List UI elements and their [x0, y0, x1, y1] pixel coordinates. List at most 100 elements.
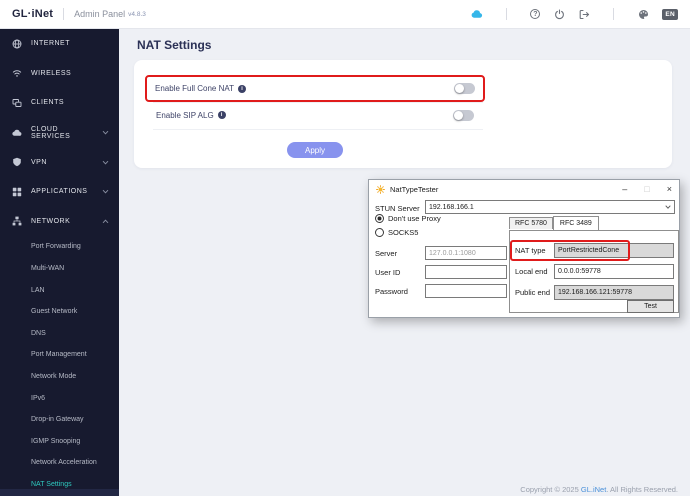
- nat-type-field: PortRestrictedCone: [554, 243, 674, 258]
- stun-server-combobox[interactable]: 192.168.166.1: [425, 200, 675, 214]
- subitem-label: Port Management: [31, 351, 87, 359]
- subitem-label: Port Forwarding: [31, 243, 81, 251]
- rfc-tabbar: RFC 5780 RFC 3489: [509, 216, 599, 230]
- user-id-input[interactable]: [425, 265, 507, 279]
- sidebar-subitem-port-management[interactable]: Port Management: [0, 344, 119, 366]
- sidebar-item-applications[interactable]: APPLICATIONS: [0, 177, 119, 207]
- radio-socks5[interactable]: SOCKS5: [375, 228, 418, 237]
- subitem-label: Multi-WAN: [31, 265, 65, 273]
- sidebar-item-wireless[interactable]: WIRELESS: [0, 59, 119, 89]
- language-badge[interactable]: EN: [662, 8, 678, 20]
- tab-rfc-3489[interactable]: RFC 3489: [552, 216, 599, 230]
- setting-label-text: Enable Full Cone NAT: [155, 84, 234, 93]
- server-label: Server: [375, 249, 398, 258]
- grid-icon: [12, 187, 22, 197]
- radio-dot: [375, 214, 384, 223]
- public-end-label: Public end: [515, 288, 551, 297]
- header-divider: [506, 8, 508, 20]
- header-divider: [613, 8, 615, 20]
- help-icon[interactable]: [530, 9, 541, 19]
- copyright-prefix: Copyright © 2025: [520, 485, 581, 494]
- sidebar-subitem-dns[interactable]: DNS: [0, 323, 119, 345]
- sidebar-item-internet[interactable]: INTERNET: [0, 29, 119, 59]
- sidebar-subitem-igmp-snooping[interactable]: IGMP Snooping: [0, 431, 119, 453]
- local-end-field[interactable]: 0.0.0.0:59778: [554, 264, 674, 279]
- chevron-down-icon: [102, 160, 109, 165]
- setting-label: Enable SIP ALG: [156, 111, 226, 120]
- version-label: v4.8.3: [128, 10, 146, 18]
- full-cone-nat-toggle[interactable]: [454, 83, 475, 94]
- row-divider: [153, 102, 483, 103]
- sidebar-item-clients[interactable]: CLIENTS: [0, 88, 119, 118]
- sidebar-subitem-multi-wan[interactable]: Multi-WAN: [0, 258, 119, 280]
- sidebar-item-label: VPN: [31, 158, 47, 166]
- public-end-field: 192.168.166.121:59778: [554, 285, 674, 300]
- product-title: Admin Panel: [74, 9, 126, 19]
- sidebar-subitem-network-acceleration[interactable]: Network Acceleration: [0, 452, 119, 474]
- palette-icon[interactable]: [637, 8, 649, 20]
- wifi-icon: [12, 68, 22, 78]
- password-label: Password: [375, 287, 408, 296]
- window-controls: – □ ×: [622, 184, 672, 194]
- subitem-label: Network Acceleration: [31, 459, 97, 467]
- test-button[interactable]: Test: [627, 300, 674, 313]
- app-sun-icon: [376, 184, 385, 194]
- window-titlebar[interactable]: NatTypeTester – □ ×: [369, 180, 679, 198]
- power-icon[interactable]: [553, 8, 565, 20]
- password-input[interactable]: [425, 284, 507, 298]
- info-icon[interactable]: [217, 111, 226, 119]
- subitem-label: IGMP Snooping: [31, 437, 81, 445]
- info-icon[interactable]: [238, 84, 246, 93]
- tab-rfc-5780[interactable]: RFC 5780: [509, 217, 553, 229]
- subitem-label: IPv6: [31, 394, 46, 402]
- glinet-logo: GL·iNet: [12, 8, 54, 20]
- sidebar-item-label: CLOUD SERVICES: [31, 125, 71, 140]
- radio-label: SOCKS5: [388, 228, 419, 237]
- server-input[interactable]: 127.0.0.1:1080: [425, 246, 507, 260]
- close-button[interactable]: ×: [667, 184, 672, 194]
- page-title: NAT Settings: [137, 38, 212, 52]
- local-end-label: Local end: [515, 267, 548, 276]
- subitem-label: Guest Network: [31, 308, 78, 316]
- sidebar-item-vpn[interactable]: VPN: [0, 147, 119, 177]
- chevron-down-icon[interactable]: [665, 205, 671, 209]
- setting-row-full-cone-nat: Enable Full Cone NAT: [145, 75, 485, 102]
- sidebar-item-label: APPLICATIONS: [31, 188, 88, 196]
- stun-server-value: 192.168.166.1: [429, 203, 474, 211]
- subitem-label: NAT Settings: [31, 480, 72, 488]
- sidebar-item-network[interactable]: NETWORK: [0, 207, 119, 237]
- app-header: GL·iNet Admin Panel v4.8.3 EN: [0, 0, 690, 29]
- cloud-icon[interactable]: [471, 8, 483, 20]
- nat-type-label: NAT type: [515, 246, 546, 255]
- minimize-button[interactable]: –: [622, 184, 627, 194]
- subitem-label: DNS: [31, 329, 46, 337]
- sip-alg-toggle[interactable]: [453, 109, 474, 121]
- cloud-icon: [12, 128, 22, 138]
- chevron-down-icon: [102, 189, 109, 194]
- radio-dont-use-proxy[interactable]: Don't use Proxy: [375, 214, 441, 223]
- header-actions: EN: [471, 8, 678, 20]
- setting-label-text: Enable SIP ALG: [156, 110, 214, 120]
- sidebar-next-section-strip: [0, 489, 119, 496]
- sidebar-subitem-port-forwarding[interactable]: Port Forwarding: [0, 236, 119, 258]
- sidebar-subitem-ipv6[interactable]: IPv6: [0, 387, 119, 409]
- radio-dot: [375, 228, 384, 237]
- logout-icon[interactable]: [578, 8, 590, 20]
- subitem-label: Network Mode: [31, 373, 77, 381]
- subitem-label: Drop-in Gateway: [31, 416, 84, 424]
- glinet-link[interactable]: GL.iNet: [581, 485, 606, 494]
- sidebar-item-label: CLIENTS: [31, 99, 65, 107]
- maximize-button[interactable]: □: [644, 184, 649, 194]
- copyright-footer: Copyright © 2025 GL.iNet. All Rights Res…: [520, 485, 678, 494]
- server-value: 127.0.0.1:1080: [429, 249, 476, 257]
- sidebar-subitem-network-mode[interactable]: Network Mode: [0, 366, 119, 388]
- clients-icon: [12, 98, 22, 108]
- nat-type-value: PortRestrictedCone: [558, 247, 620, 254]
- row-divider: [153, 129, 483, 130]
- shield-icon: [12, 157, 22, 167]
- sidebar-subitem-drop-in-gateway[interactable]: Drop-in Gateway: [0, 409, 119, 431]
- sidebar-item-cloud-services[interactable]: CLOUD SERVICES: [0, 118, 119, 148]
- apply-button[interactable]: Apply: [287, 142, 343, 158]
- sidebar-subitem-guest-network[interactable]: Guest Network: [0, 301, 119, 323]
- sidebar-subitem-lan[interactable]: LAN: [0, 279, 119, 301]
